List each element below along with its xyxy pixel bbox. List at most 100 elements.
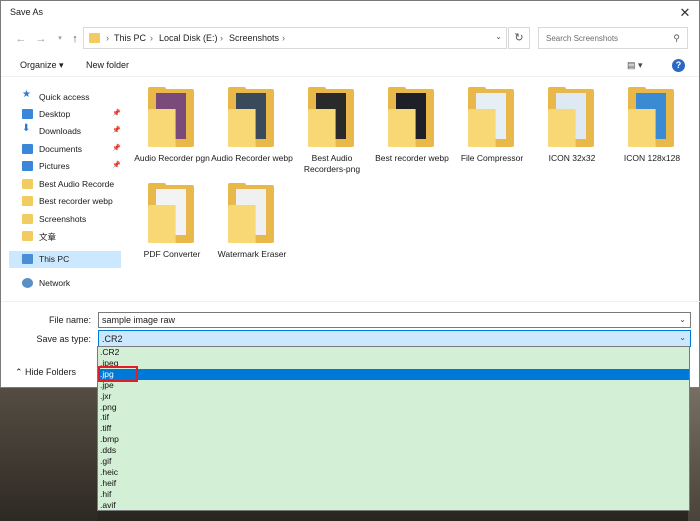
sidebar-item-quick-access[interactable]: ★ Quick access <box>9 89 121 106</box>
folder-name: ICON 32x32 <box>548 153 596 163</box>
chevron-down-icon[interactable]: ⌄ <box>679 315 686 324</box>
view-options-button[interactable]: ▤ ▾ <box>627 60 643 71</box>
folder-icon <box>228 183 274 243</box>
file-type-option[interactable]: .heic <box>98 467 689 478</box>
folder-name: Audio Recorder pgn <box>134 153 210 163</box>
sidebar-item-network[interactable]: Network <box>9 275 121 292</box>
breadcrumb-separator: › <box>282 33 285 43</box>
file-name-label: File name: <box>48 315 91 325</box>
folder-item[interactable]: ICON 32x32 <box>531 83 613 173</box>
folder-name: PDF Converter <box>143 249 201 259</box>
navigation-pane: ★ Quick access Desktop 📌 ⬇ Downloads 📌 D… <box>1 83 123 301</box>
file-type-option[interactable]: .dds <box>98 445 689 456</box>
file-type-option[interactable]: .gif <box>98 456 689 467</box>
file-type-option[interactable]: .jpeg <box>98 358 689 369</box>
file-type-option[interactable]: .bmp <box>98 434 689 445</box>
folder-icon <box>22 214 33 224</box>
folder-item[interactable]: File Compressor <box>451 83 533 173</box>
divider <box>1 301 700 302</box>
sidebar-item-best-audio-recorde[interactable]: Best Audio Recorde <box>9 176 121 193</box>
sidebar-item-downloads[interactable]: ⬇ Downloads 📌 <box>9 123 121 140</box>
file-type-option[interactable]: .hif <box>98 489 689 500</box>
sidebar-item-label: Best recorder webp <box>39 196 113 206</box>
file-type-option[interactable]: .jpe <box>98 380 689 391</box>
sidebar-item-documents[interactable]: Documents 📌 <box>9 141 121 158</box>
chevron-down-icon[interactable]: ⌄ <box>679 333 686 342</box>
sidebar-item-desktop[interactable]: Desktop 📌 <box>9 106 121 123</box>
pictures-icon <box>22 161 33 171</box>
network-icon <box>22 278 33 288</box>
breadcrumb-local-disk[interactable]: Local Disk (E:) <box>159 33 218 43</box>
save-as-type-select[interactable]: .CR2 ⌄ <box>98 330 691 347</box>
folder-icon <box>22 231 33 241</box>
sidebar-item-pictures[interactable]: Pictures 📌 <box>9 158 121 175</box>
folder-icon <box>22 196 33 206</box>
forward-arrow-icon[interactable]: → <box>34 31 48 47</box>
file-name-value: sample image raw <box>102 315 176 325</box>
breadcrumb-separator: › <box>106 33 109 43</box>
organize-button[interactable]: Organize ▾ <box>20 60 64 71</box>
close-icon[interactable]: ✕ <box>677 5 693 21</box>
dialog-panel: Save As ✕ ← → ▾ ↑ › This PC › Local Disk… <box>0 0 700 388</box>
folder-icon <box>468 87 514 147</box>
sidebar-item-label: Downloads <box>39 126 82 136</box>
computer-icon <box>22 254 33 264</box>
folder-icon <box>548 87 594 147</box>
file-name-input[interactable]: sample image raw ⌄ <box>98 312 691 328</box>
sidebar-item-screenshots[interactable]: Screenshots <box>9 211 121 228</box>
hide-folders-button[interactable]: ⌃ Hide Folders <box>15 367 76 378</box>
search-icon: ⚲ <box>673 33 680 43</box>
save-as-type-value: .CR2 <box>102 334 123 344</box>
address-dropdown-icon[interactable]: ⌄ <box>495 32 502 41</box>
search-input[interactable]: Search Screenshots ⚲ <box>538 27 688 49</box>
file-type-option[interactable]: .heif <box>98 478 689 489</box>
sidebar-item-label: Desktop <box>39 109 71 119</box>
breadcrumb-this-pc[interactable]: This PC <box>114 33 146 43</box>
folder-item[interactable]: Watermark Eraser <box>211 179 293 269</box>
file-type-option[interactable]: .avif <box>98 500 689 511</box>
folder-icon <box>628 87 674 147</box>
sidebar-item-label: This PC <box>39 254 70 264</box>
folder-item[interactable]: ICON 128x128 <box>611 83 693 173</box>
sidebar-item-best-recorder-webp[interactable]: Best recorder webp <box>9 193 121 210</box>
breadcrumb-screenshots[interactable]: Screenshots <box>229 33 279 43</box>
folder-item[interactable]: Best recorder webp <box>371 83 453 173</box>
window-title: Save As <box>10 7 44 17</box>
folder-name: Best recorder webp <box>375 153 449 163</box>
file-type-option[interactable]: .CR2 <box>98 347 689 358</box>
folder-item[interactable]: PDF Converter <box>131 179 213 269</box>
folder-name: Watermark Eraser <box>217 249 287 259</box>
documents-icon <box>22 144 33 154</box>
folder-item[interactable]: Audio Recorder pgn <box>131 83 213 173</box>
file-type-option[interactable]: .jxr <box>98 391 689 402</box>
pin-icon: 📌 <box>112 145 121 152</box>
sidebar-item-articles[interactable]: 文章 <box>9 228 121 245</box>
highlight-annotation-box <box>98 366 138 382</box>
title-bar: Save As ✕ <box>1 1 699 25</box>
back-arrow-icon[interactable]: ← <box>14 31 28 47</box>
download-icon: ⬇ <box>22 123 31 134</box>
new-folder-button[interactable]: New folder <box>86 60 129 70</box>
file-type-option[interactable]: .jpg <box>98 368 689 381</box>
folder-item[interactable]: Best Audio Recorders-png <box>291 83 373 174</box>
search-placeholder: Search Screenshots <box>546 34 619 43</box>
file-type-option[interactable]: .tif <box>98 412 689 423</box>
breadcrumb-separator: › <box>220 33 223 43</box>
folder-item[interactable]: Audio Recorder webp <box>211 83 293 173</box>
file-type-option[interactable]: .tiff <box>98 423 689 434</box>
address-bar[interactable]: › This PC › Local Disk (E:) › Screenshot… <box>83 27 507 49</box>
sidebar-item-label: Best Audio Recorde <box>39 179 115 189</box>
refresh-icon[interactable]: ↻ <box>508 27 530 49</box>
command-toolbar: Organize ▾ New folder ▤ ▾ ? <box>1 55 699 77</box>
sidebar-item-this-pc[interactable]: This PC <box>9 251 121 268</box>
folder-icon <box>148 87 194 147</box>
folder-name: ICON 128x128 <box>623 153 681 163</box>
pin-icon: 📌 <box>112 162 121 169</box>
pin-icon: 📌 <box>112 127 121 134</box>
help-icon[interactable]: ? <box>672 59 685 72</box>
recent-chevron-icon[interactable]: ▾ <box>53 31 67 47</box>
file-type-option[interactable]: .png <box>98 402 689 413</box>
folder-icon <box>388 87 434 147</box>
up-arrow-icon[interactable]: ↑ <box>68 31 82 47</box>
sidebar-item-label: Pictures <box>39 161 70 171</box>
